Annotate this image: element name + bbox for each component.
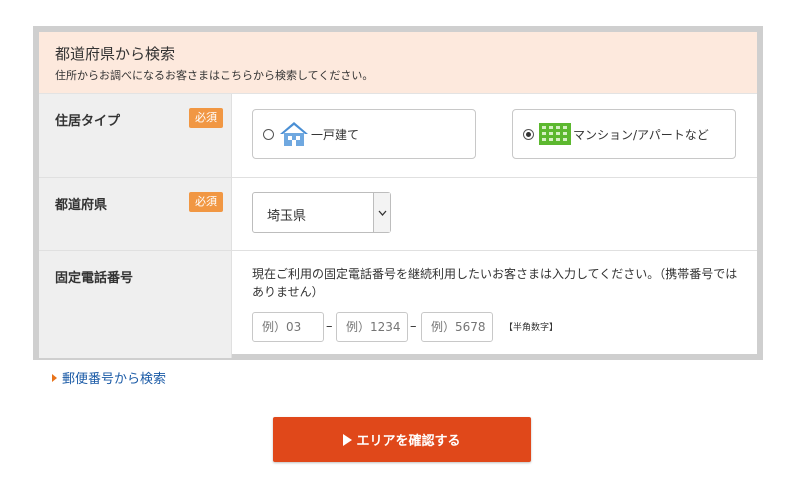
apartment-icon: [539, 123, 571, 145]
search-form: 都道府県から検索 住所からお調べになるお客さまはこちらから検索してください。 住…: [39, 32, 757, 358]
prefecture-label: 都道府県: [55, 198, 108, 213]
option-detached-house[interactable]: 一戸建て: [252, 109, 476, 159]
phone-label: 固定電話番号: [55, 271, 134, 286]
radio-apartment[interactable]: [523, 128, 534, 140]
play-icon: [343, 433, 353, 446]
panel-header: 都道府県から検索 住所からお調べになるお客さまはこちらから検索してください。: [39, 32, 757, 94]
row-housing-type: 住居タイプ 必須 一戸建て マンション/アパートなど: [39, 94, 757, 178]
prefecture-select[interactable]: 埼玉県: [252, 192, 391, 233]
house-icon: [279, 121, 309, 147]
prefecture-content: 埼玉県: [232, 178, 757, 250]
phone-label-cell: 固定電話番号: [39, 251, 232, 358]
panel-subtitle: 住所からお調べになるお客さまはこちらから検索してください。: [55, 69, 374, 82]
option-apartment-label: マンション/アパートなど: [573, 127, 709, 142]
phone-format-note: 【半角数字】: [504, 323, 559, 333]
triangle-right-icon: [52, 373, 57, 382]
chevron-down-icon[interactable]: [373, 193, 390, 232]
option-apartment[interactable]: マンション/アパートなど: [512, 109, 736, 159]
panel-title: 都道府県から検索: [55, 45, 176, 63]
prefecture-selected-value: 埼玉県: [267, 209, 307, 224]
phone-area-code-input[interactable]: [252, 312, 324, 342]
phone-separator: –: [326, 319, 333, 334]
search-panel: 都道府県から検索 住所からお調べになるお客さまはこちらから検索してください。 住…: [33, 26, 763, 360]
zip-search-link[interactable]: 郵便番号から検索: [52, 368, 166, 387]
phone-description: 現在ご利用の固定電話番号を継続利用したいお客さまは入力してください。（携帯番号で…: [252, 267, 738, 299]
option-detached-house-label: 一戸建て: [311, 127, 360, 142]
phone-exchange-input[interactable]: [336, 312, 408, 342]
housing-label-cell: 住居タイプ 必須: [39, 94, 232, 177]
housing-options: 一戸建て マンション/アパートなど: [232, 94, 757, 177]
row-prefecture: 都道府県 必須 埼玉県: [39, 178, 757, 251]
zip-search-link-label: 郵便番号から検索: [62, 372, 167, 387]
required-badge: 必須: [189, 108, 223, 128]
radio-detached-house[interactable]: [263, 128, 274, 140]
phone-separator: –: [410, 319, 417, 334]
prefecture-label-cell: 都道府県 必須: [39, 178, 232, 250]
check-area-button-label: エリアを確認する: [356, 434, 461, 449]
check-area-button[interactable]: エリアを確認する: [273, 417, 531, 462]
row-phone: 固定電話番号 現在ご利用の固定電話番号を継続利用したいお客さまは入力してください…: [39, 251, 757, 358]
housing-label: 住居タイプ: [55, 114, 121, 129]
required-badge: 必須: [189, 192, 223, 212]
phone-content: 現在ご利用の固定電話番号を継続利用したいお客さまは入力してください。（携帯番号で…: [232, 251, 757, 358]
phone-number-input[interactable]: [421, 312, 493, 342]
